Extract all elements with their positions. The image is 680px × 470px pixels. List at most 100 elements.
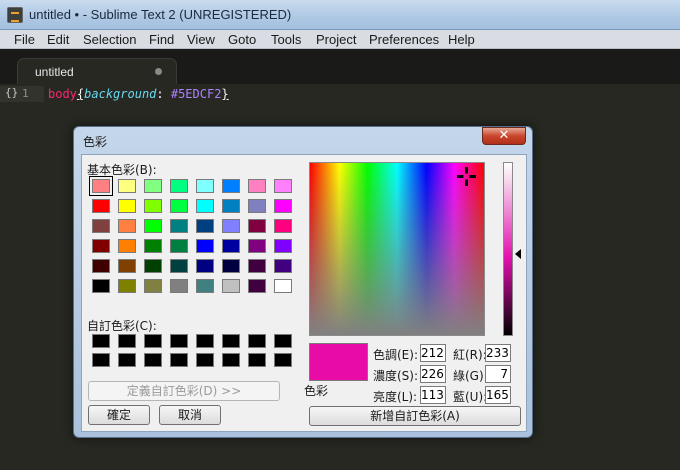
basic-color-swatch[interactable]	[144, 239, 162, 253]
basic-color-swatch[interactable]	[118, 239, 136, 253]
basic-color-swatch[interactable]	[144, 199, 162, 213]
basic-color-swatch[interactable]	[89, 176, 113, 196]
custom-color-swatch[interactable]	[118, 353, 136, 367]
basic-color-swatch[interactable]	[222, 219, 240, 233]
sat-field[interactable]: 226	[420, 365, 446, 383]
close-brace: }	[221, 87, 229, 101]
basic-color-swatch[interactable]	[248, 219, 266, 233]
preview-label: 色彩	[304, 384, 329, 398]
luminance-slider[interactable]	[503, 162, 513, 336]
tab-label: untitled	[35, 65, 74, 79]
basic-color-swatch[interactable]	[248, 199, 266, 213]
basic-color-swatch[interactable]	[118, 279, 136, 293]
basic-color-swatch[interactable]	[196, 259, 214, 273]
red-field[interactable]: 233	[485, 344, 511, 362]
custom-color-swatch[interactable]	[170, 334, 188, 348]
custom-color-swatch[interactable]	[196, 334, 214, 348]
basic-color-swatch[interactable]	[92, 239, 110, 253]
custom-color-swatch[interactable]	[196, 353, 214, 367]
custom-color-swatch[interactable]	[118, 334, 136, 348]
custom-color-swatch[interactable]	[92, 334, 110, 348]
basic-color-swatch[interactable]	[248, 239, 266, 253]
menu-file[interactable]: File	[14, 32, 35, 47]
basic-color-swatch[interactable]	[248, 179, 266, 193]
slider-arrow-icon[interactable]	[515, 249, 521, 259]
menu-selection[interactable]: Selection	[83, 32, 136, 47]
basic-color-swatch[interactable]	[170, 279, 188, 293]
custom-color-swatch[interactable]	[274, 353, 292, 367]
menu-project[interactable]: Project	[316, 32, 356, 47]
basic-color-swatch[interactable]	[144, 259, 162, 273]
basic-color-swatch[interactable]	[170, 179, 188, 193]
basic-color-swatch[interactable]	[222, 179, 240, 193]
basic-color-swatch[interactable]	[222, 199, 240, 213]
custom-color-swatch[interactable]	[170, 353, 188, 367]
hue-field[interactable]: 212	[420, 344, 446, 362]
green-field[interactable]: 7	[485, 365, 511, 383]
basic-color-swatch[interactable]	[274, 179, 292, 193]
menu-find[interactable]: Find	[149, 32, 174, 47]
colon: :	[156, 87, 171, 101]
menu-tools[interactable]: Tools	[271, 32, 301, 47]
custom-color-swatch[interactable]	[222, 334, 240, 348]
unsaved-dot-icon[interactable]	[155, 68, 162, 75]
crosshair-icon[interactable]	[457, 167, 476, 186]
basic-color-swatch[interactable]	[196, 179, 214, 193]
custom-color-swatch[interactable]	[248, 334, 266, 348]
basic-color-swatch[interactable]	[222, 239, 240, 253]
blue-field[interactable]: 165	[485, 386, 511, 404]
basic-color-swatch[interactable]	[222, 259, 240, 273]
custom-color-swatch[interactable]	[92, 353, 110, 367]
basic-color-swatch[interactable]	[196, 279, 214, 293]
basic-color-swatch[interactable]	[274, 219, 292, 233]
custom-color-swatch[interactable]	[144, 334, 162, 348]
add-custom-color-button[interactable]: 新增自訂色彩(A)	[309, 406, 521, 426]
basic-color-swatch[interactable]	[92, 259, 110, 273]
basic-color-swatch[interactable]	[196, 199, 214, 213]
window-titlebar[interactable]: untitled • - Sublime Text 2 (UNREGISTERE…	[0, 0, 680, 30]
define-custom-colors-button[interactable]: 定義自訂色彩(D) >>	[88, 381, 280, 401]
basic-color-swatch[interactable]	[170, 259, 188, 273]
basic-color-swatch[interactable]	[118, 259, 136, 273]
basic-color-swatch[interactable]	[274, 259, 292, 273]
basic-color-swatch[interactable]	[170, 219, 188, 233]
hue-saturation-spectrum[interactable]	[309, 162, 485, 336]
tab-untitled[interactable]: untitled	[17, 58, 177, 84]
lum-field[interactable]: 113	[420, 386, 446, 404]
menu-help[interactable]: Help	[448, 32, 475, 47]
basic-color-swatch[interactable]	[92, 219, 110, 233]
menu-preferences[interactable]: Preferences	[369, 32, 439, 47]
close-button[interactable]: ✕	[482, 127, 526, 145]
basic-color-swatch[interactable]	[118, 219, 136, 233]
code-line[interactable]: body{background: #5EDCF2}	[48, 87, 229, 101]
basic-color-swatch[interactable]	[144, 179, 162, 193]
basic-color-swatch[interactable]	[92, 199, 110, 213]
menu-view[interactable]: View	[187, 32, 215, 47]
basic-color-swatch[interactable]	[196, 239, 214, 253]
basic-color-swatch[interactable]	[118, 199, 136, 213]
menu-edit[interactable]: Edit	[47, 32, 69, 47]
cancel-button[interactable]: 取消	[159, 405, 221, 425]
custom-color-swatch[interactable]	[222, 353, 240, 367]
custom-color-swatch[interactable]	[274, 334, 292, 348]
basic-color-swatch[interactable]	[144, 279, 162, 293]
basic-color-swatch[interactable]	[170, 199, 188, 213]
ok-button[interactable]: 確定	[88, 405, 150, 425]
basic-color-swatch[interactable]	[222, 279, 240, 293]
basic-color-swatch[interactable]	[274, 279, 292, 293]
dialog-title: 色彩	[83, 135, 108, 149]
menu-goto[interactable]: Goto	[228, 32, 256, 47]
basic-color-swatch[interactable]	[170, 239, 188, 253]
custom-color-swatch[interactable]	[248, 353, 266, 367]
fold-icon[interactable]: {}	[5, 86, 18, 99]
css-property: background	[84, 87, 157, 101]
basic-color-swatch[interactable]	[92, 279, 110, 293]
custom-color-swatch[interactable]	[144, 353, 162, 367]
basic-color-swatch[interactable]	[274, 239, 292, 253]
basic-color-swatch[interactable]	[248, 279, 266, 293]
basic-color-swatch[interactable]	[274, 199, 292, 213]
basic-color-swatch[interactable]	[144, 219, 162, 233]
basic-color-swatch[interactable]	[196, 219, 214, 233]
basic-color-swatch[interactable]	[248, 259, 266, 273]
basic-color-swatch[interactable]	[118, 179, 136, 193]
